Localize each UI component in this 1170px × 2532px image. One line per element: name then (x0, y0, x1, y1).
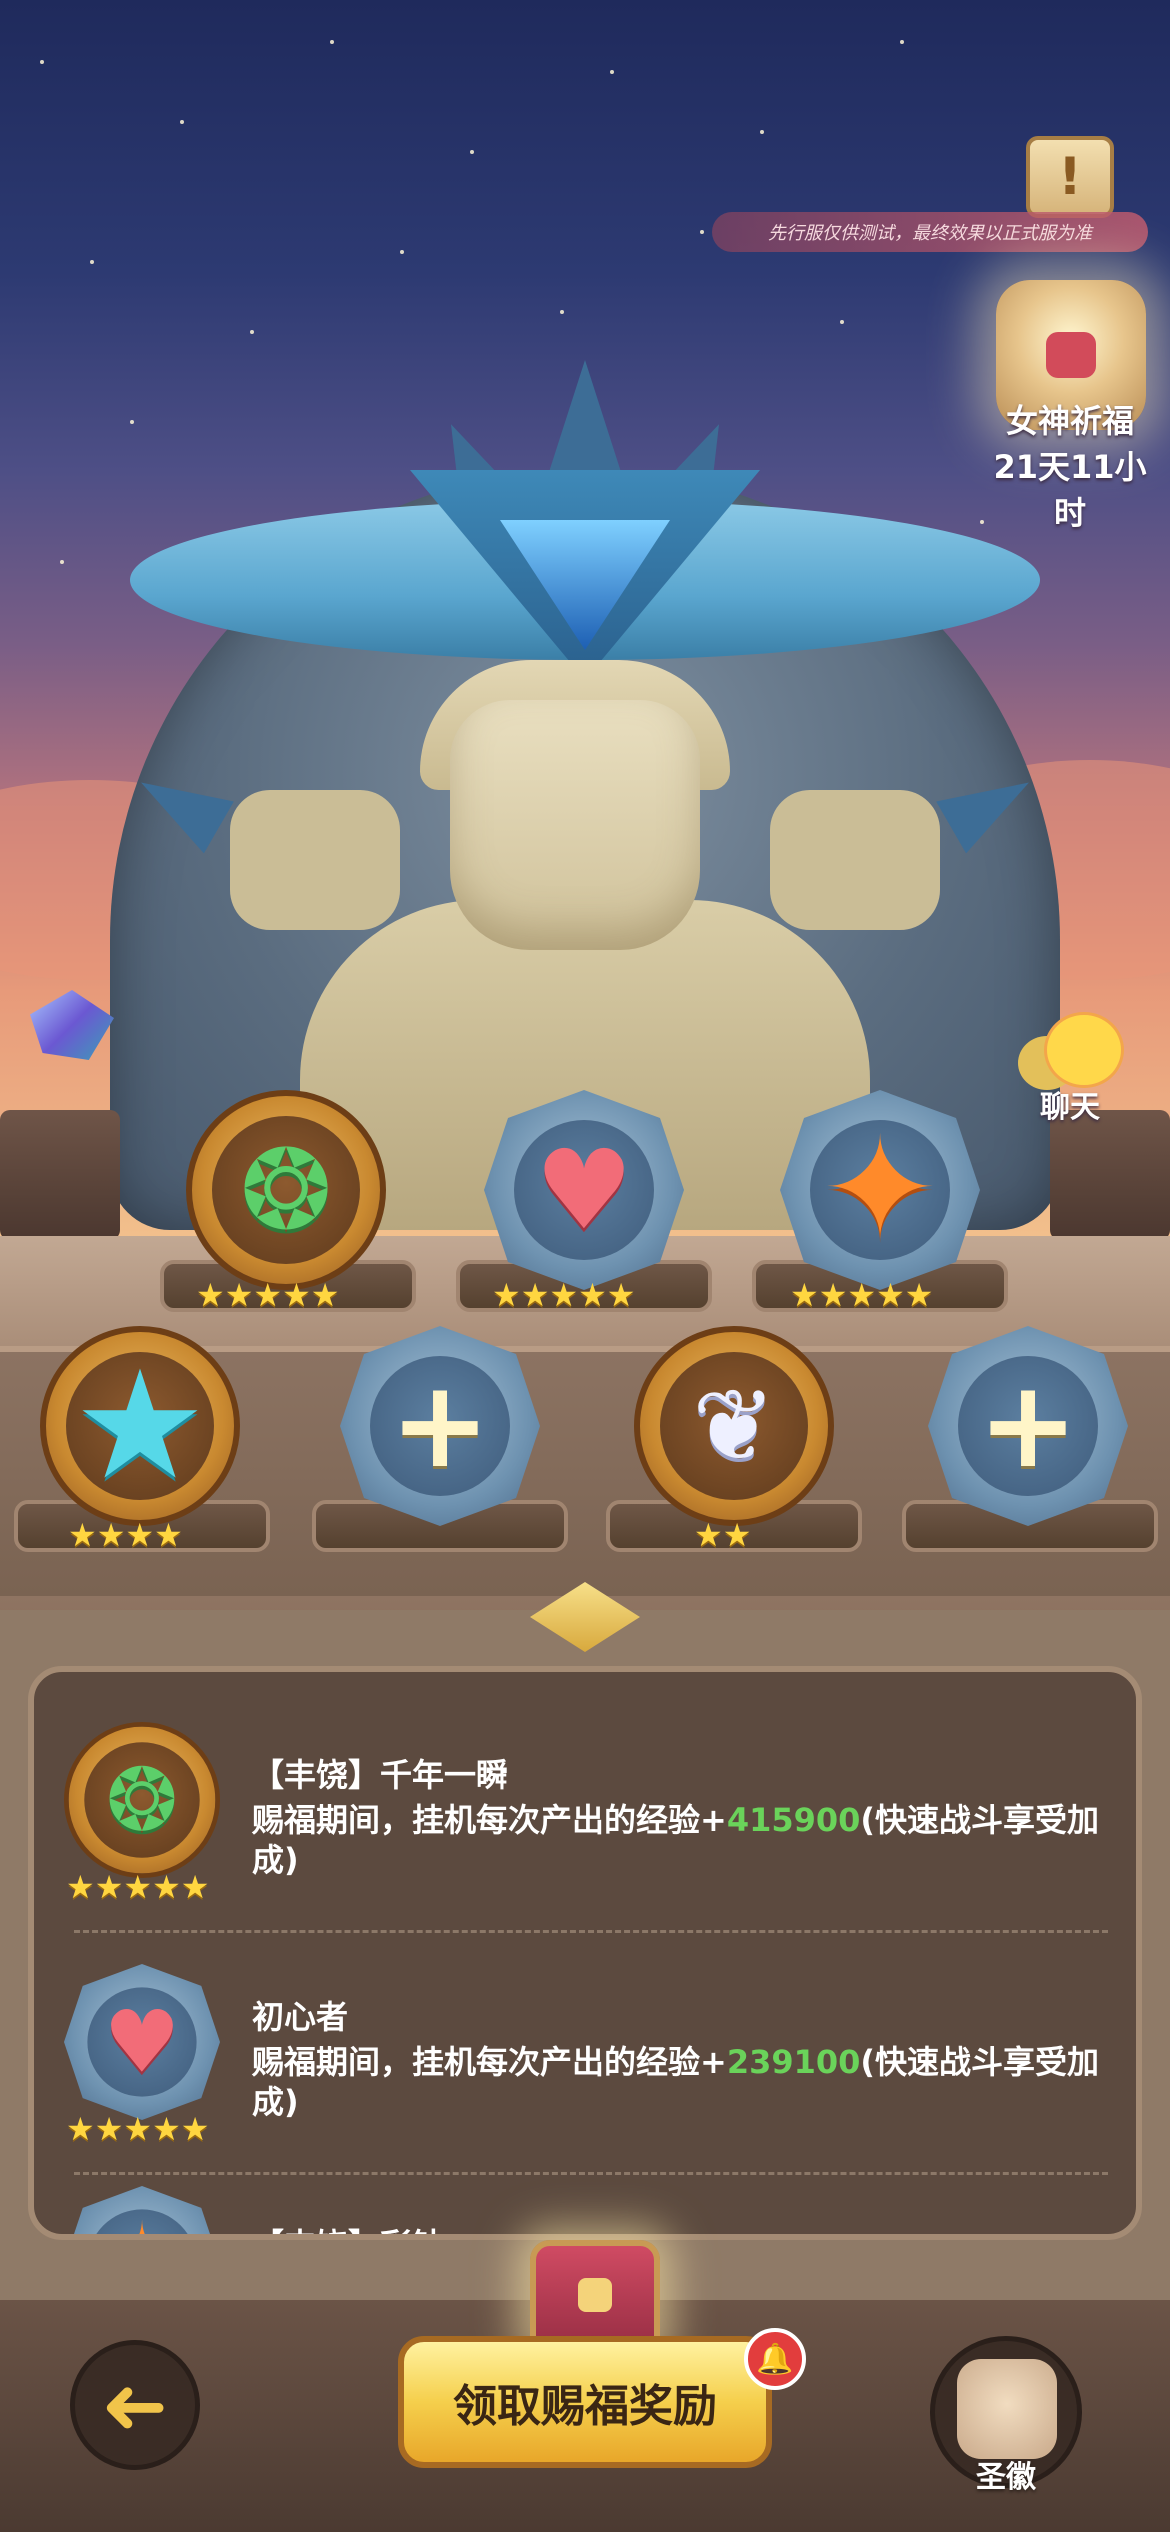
treasure-chest-icon (530, 2240, 660, 2350)
green-chameleon-icon: ❂ (64, 1722, 220, 1878)
stone-pillar (1050, 1110, 1170, 1240)
goddess-statue-head (450, 700, 700, 950)
claim-blessing-reward-button[interactable]: 领取赐福奖励 (398, 2336, 772, 2468)
divider (74, 2172, 1108, 2175)
list-item: ❂ ★★★★★ 【丰饶】千年一瞬 赐福期间，挂机每次产出的经验+415900(快… (34, 1702, 1136, 1932)
entry-description: 赐福期间，挂机每次产出的经验+415900(快速战斗享受加成) (252, 1801, 1100, 1879)
exp-value: 239100 (726, 2043, 861, 2081)
back-button[interactable]: ➜ (70, 2340, 200, 2470)
plus-icon: + (389, 1356, 491, 1495)
list-item: ✦ 【丰饶】彩钻 (34, 2186, 1136, 2234)
orange-diamond-star-icon: ✦ (64, 2186, 220, 2234)
exp-value: 415900 (726, 1801, 861, 1839)
entry-stars: ★★★★★ (66, 1868, 210, 1906)
add-slot-button-1[interactable]: + (340, 1326, 540, 1526)
slot-1-stars: ★★★★★ (196, 1276, 340, 1314)
slot-4-stars: ★★★★ (68, 1516, 183, 1554)
plus-icon: + (977, 1356, 1079, 1495)
entry-title: 【丰饶】千年一瞬 (252, 1756, 509, 1794)
notice-scroll-button[interactable]: ! (1026, 136, 1114, 218)
add-slot-button-2[interactable]: + (928, 1326, 1128, 1526)
slot-3-stars: ★★★★★ (790, 1276, 934, 1314)
cyan-star-icon: ★ (72, 1339, 208, 1513)
back-arrow-icon: ➜ (101, 2358, 169, 2452)
green-chameleon-icon: ❂ (239, 1126, 333, 1254)
blessing-slot-4[interactable]: ★ (40, 1326, 240, 1526)
blessing-slot-6[interactable]: ❦ (634, 1326, 834, 1526)
goddess-arm-right (770, 790, 940, 930)
orange-diamond-star-icon: ✦ (821, 1108, 939, 1271)
slot-2-stars: ★★★★★ (492, 1276, 636, 1314)
entry-title: 初心者 (252, 1998, 349, 2036)
exclamation-icon: ! (1058, 147, 1082, 207)
chat-smiley-icon (1044, 1012, 1124, 1088)
heart-icon: ♥ (64, 1964, 220, 2120)
heart-icon: ♥ (534, 1126, 634, 1254)
slot-6-stars: ★★ (694, 1516, 752, 1554)
test-server-notice: 先行服仅供测试，最终效果以正式服为准 (712, 212, 1148, 252)
white-shell-icon: ❦ (692, 1367, 776, 1484)
entry-stars: ★★★★★ (66, 2110, 210, 2148)
entry-title: 【丰饶】彩钻 (252, 2220, 444, 2234)
stone-pillar (0, 1110, 120, 1240)
blessing-slot-3[interactable]: ✦ (780, 1090, 980, 1290)
event-countdown: 21天11小时 (993, 448, 1147, 532)
divider (74, 1930, 1108, 1933)
goddess-arm-left (230, 790, 400, 930)
entry-description: 赐福期间，挂机每次产出的经验+239100(快速战斗享受加成) (252, 2043, 1100, 2121)
notification-bell-icon: 🔔 (744, 2328, 806, 2390)
blessing-slot-2[interactable]: ♥ (484, 1090, 684, 1290)
list-item: ♥ ★★★★★ 初心者 赐福期间，挂机每次产出的经验+239100(快速战斗享受… (34, 1944, 1136, 2174)
blessing-slot-1[interactable]: ❂ (186, 1090, 386, 1290)
blessing-list-panel[interactable]: ❂ ★★★★★ 【丰饶】千年一瞬 赐福期间，挂机每次产出的经验+415900(快… (28, 1666, 1142, 2240)
holy-emblem-label: 圣徽 (976, 2460, 1036, 2495)
event-title: 女神祈福 (1005, 402, 1134, 440)
chat-label: 聊天 (1040, 1090, 1100, 1125)
